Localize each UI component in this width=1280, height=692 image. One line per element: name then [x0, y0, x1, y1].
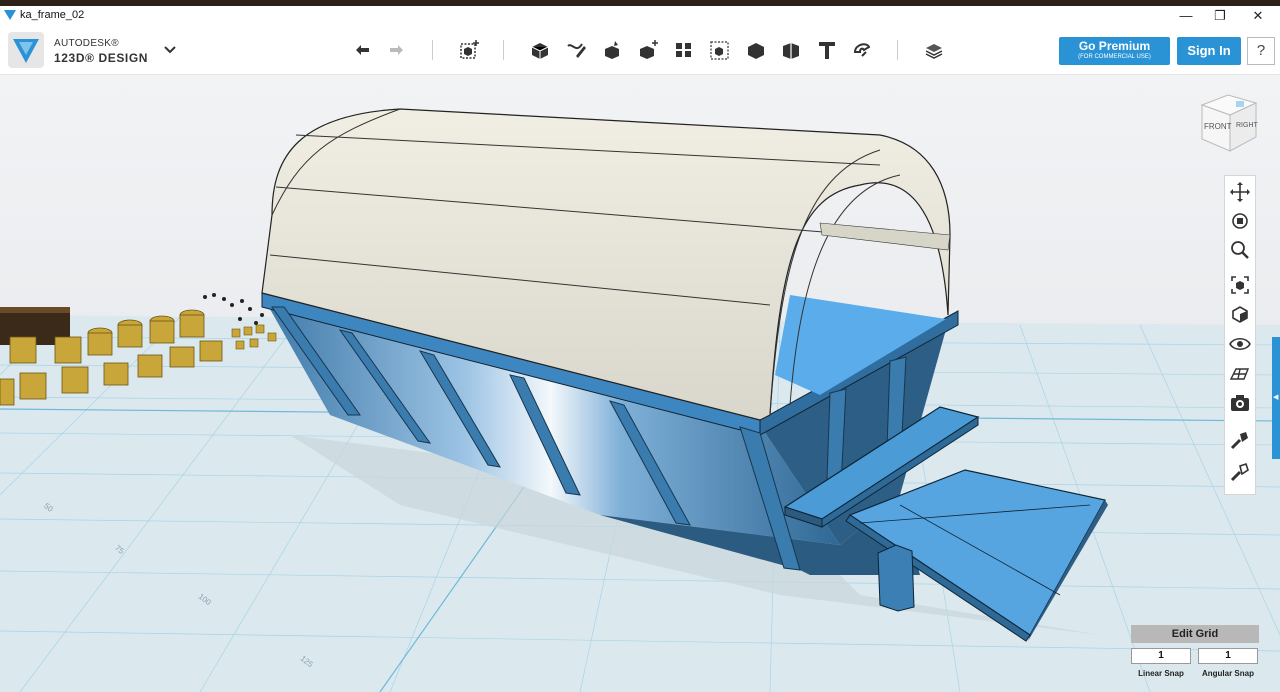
fit-icon[interactable] — [1228, 273, 1252, 297]
sign-in-button[interactable]: Sign In — [1177, 37, 1241, 65]
chevron-left-icon: ◀ — [1273, 394, 1279, 401]
edit-grid-button[interactable]: Edit Grid — [1131, 625, 1259, 643]
modify-icon[interactable] — [636, 38, 660, 62]
side-panel-toggle[interactable]: ◀ — [1272, 337, 1280, 459]
main-toolbar: AUTODESK® 123D® DESIGN Go Premium (FOR C… — [0, 26, 1280, 75]
maximize-button[interactable]: ❐ — [1202, 7, 1238, 25]
snap-icon[interactable] — [850, 38, 874, 62]
transform-icon[interactable] — [458, 38, 482, 62]
toolbar-divider — [897, 40, 898, 60]
3d-viewport[interactable]: 50 75 100 125 FRONT RIGHT ◀ Edit Grid 1 … — [0, 75, 1280, 692]
materials-icon[interactable] — [1228, 428, 1252, 452]
construct-icon[interactable] — [600, 38, 624, 62]
title-bar: ka_frame_02 — ❐ ✕ — [0, 6, 1280, 26]
app-logo-icon[interactable] — [8, 32, 44, 68]
material-icon[interactable] — [922, 38, 946, 62]
toolbar-divider — [503, 40, 504, 60]
premium-label: Go Premium — [1078, 39, 1151, 53]
outliner-icon[interactable] — [1228, 460, 1252, 484]
chevron-down-icon[interactable] — [163, 44, 177, 56]
primitives-icon[interactable] — [528, 38, 552, 62]
pattern-icon[interactable] — [672, 38, 696, 62]
close-button[interactable]: ✕ — [1240, 7, 1276, 25]
app-logo-icon — [4, 10, 16, 20]
views-icon[interactable] — [1228, 302, 1252, 326]
viewcube-front-label[interactable]: FRONT — [1204, 122, 1232, 131]
redo-icon[interactable] — [385, 38, 409, 62]
minimize-button[interactable]: — — [1168, 7, 1204, 25]
pan-icon[interactable] — [1228, 180, 1252, 204]
orbit-icon[interactable] — [1228, 209, 1252, 233]
viewcube-right-label[interactable]: RIGHT — [1236, 122, 1259, 129]
text-icon[interactable] — [815, 38, 839, 62]
group-icon[interactable] — [708, 38, 732, 62]
sketch-icon[interactable] — [564, 38, 588, 62]
screenshot-icon[interactable] — [1228, 391, 1252, 415]
undo-icon[interactable] — [350, 38, 374, 62]
toolbar-divider — [432, 40, 433, 60]
brand-product: 123D® DESIGN — [54, 51, 149, 65]
premium-sublabel: (FOR COMMERCIAL USE) — [1078, 54, 1151, 60]
window-title: ka_frame_02 — [20, 9, 85, 21]
grid-material-icon[interactable] — [1228, 361, 1252, 385]
measure-icon[interactable] — [780, 38, 804, 62]
angular-snap-input[interactable]: 1 — [1198, 648, 1258, 664]
visibility-icon[interactable] — [1228, 332, 1252, 356]
linear-snap-input[interactable]: 1 — [1131, 648, 1191, 664]
help-button[interactable]: ? — [1247, 37, 1275, 65]
3d-scene[interactable] — [0, 75, 1280, 692]
zoom-icon[interactable] — [1228, 238, 1252, 262]
combine-icon[interactable] — [744, 38, 768, 62]
angular-snap-label: Angular Snap — [1201, 669, 1254, 678]
navigation-bar — [1224, 175, 1256, 495]
go-premium-button[interactable]: Go Premium (FOR COMMERCIAL USE) — [1059, 37, 1170, 65]
viewcube[interactable]: FRONT RIGHT — [1196, 93, 1260, 155]
linear-snap-label: Linear Snap — [1138, 669, 1184, 678]
brand-autodesk: AUTODESK® — [54, 38, 119, 49]
